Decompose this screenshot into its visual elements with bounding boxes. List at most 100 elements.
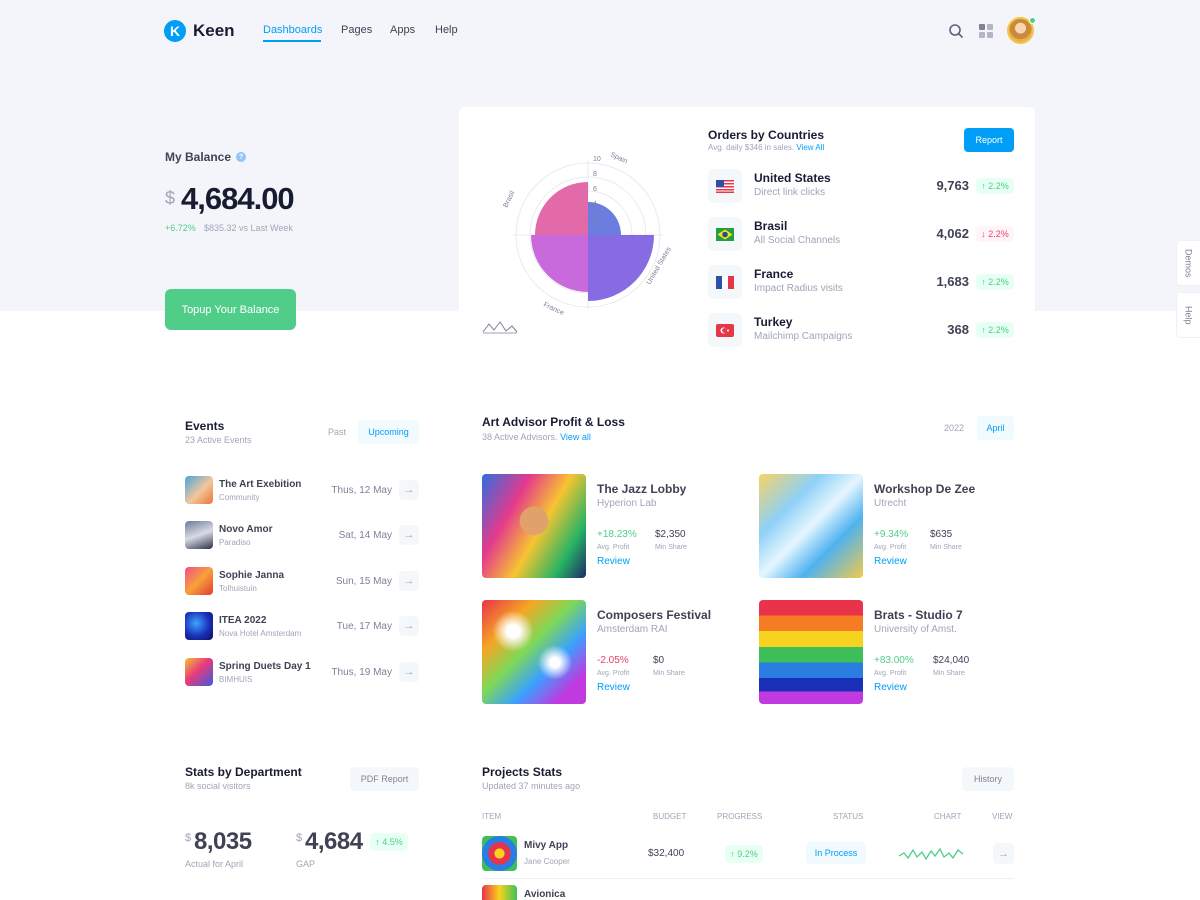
event-thumbnail xyxy=(185,567,213,595)
france-flag-icon xyxy=(708,265,742,299)
country-row-turkey[interactable]: Turkey Mailchimp Campaigns 368 ↑ 2.2% xyxy=(708,313,1014,349)
review-link[interactable]: Review xyxy=(597,682,630,693)
art-title[interactable]: The Jazz Lobby xyxy=(597,482,686,496)
tab-upcoming[interactable]: Upcoming xyxy=(358,420,419,444)
min-share-value: $2,350 xyxy=(655,529,686,540)
tab-year[interactable]: 2022 xyxy=(936,416,972,440)
event-date: Tue, 17 May xyxy=(336,621,392,632)
change-badge: ↓ 2.2% xyxy=(976,226,1014,242)
event-row[interactable]: Spring Duets Day 1 BIMHUIS Thus, 19 May … xyxy=(185,658,419,688)
arrow-right-icon[interactable]: → xyxy=(399,525,419,545)
event-place: Community xyxy=(219,493,260,502)
topup-balance-button[interactable]: Topup Your Balance xyxy=(165,289,296,330)
arrow-right-icon[interactable]: → xyxy=(399,571,419,591)
help-icon[interactable]: ? xyxy=(236,152,246,162)
event-thumbnail xyxy=(185,521,213,549)
polar-tick-8: 8 xyxy=(593,171,597,178)
balance-currency: $ xyxy=(165,188,176,208)
polar-slice-france xyxy=(531,235,588,292)
avg-profit-label: Avg. Profit xyxy=(597,544,630,551)
country-row-brasil[interactable]: Brasil All Social Channels 4,062 ↓ 2.2% xyxy=(708,217,1014,253)
help-side-tab[interactable]: Help xyxy=(1176,292,1200,338)
polar-tick-2: 2 xyxy=(593,216,597,223)
min-share-value: $0 xyxy=(653,655,665,666)
event-date: Sat, 14 May xyxy=(338,530,392,541)
nav-pages[interactable]: Pages xyxy=(341,24,372,36)
nav-help[interactable]: Help xyxy=(435,24,458,36)
avg-profit-label: Avg. Profit xyxy=(874,670,907,677)
arrow-right-icon[interactable]: → xyxy=(399,616,419,636)
events-title: Events xyxy=(185,419,225,433)
event-thumbnail xyxy=(185,612,213,640)
app-name[interactable]: Keen xyxy=(193,21,235,41)
apps-grid-icon[interactable] xyxy=(978,23,994,39)
min-share-label: Min Share xyxy=(655,544,687,551)
art-title[interactable]: Workshop De Zee xyxy=(874,482,975,496)
art-thumbnail[interactable] xyxy=(759,600,863,704)
stats-dept-subtitle: 8k social visitors xyxy=(185,781,251,791)
review-link[interactable]: Review xyxy=(874,556,907,567)
art-thumbnail[interactable] xyxy=(482,474,586,578)
event-thumbnail xyxy=(185,476,213,504)
project-status-badge: In Process xyxy=(806,842,866,864)
event-row[interactable]: Novo Amor Paradiso Sat, 14 May → xyxy=(185,521,419,551)
project-sparkline xyxy=(898,847,964,861)
event-row[interactable]: The Art Exebition Community Thus, 12 May… xyxy=(185,476,419,506)
nav-active-underline xyxy=(263,40,321,42)
col-item: ITEM xyxy=(482,812,502,821)
country-row-france[interactable]: France Impact Radius visits 1,683 ↑ 2.2% xyxy=(708,265,1014,301)
event-date: Sun, 15 May xyxy=(335,576,392,587)
nav-dashboards[interactable]: Dashboards xyxy=(263,24,322,36)
art-thumbnail[interactable] xyxy=(482,600,586,704)
review-link[interactable]: Review xyxy=(597,556,630,567)
nav-apps[interactable]: Apps xyxy=(390,24,415,36)
event-title: ITEA 2022 xyxy=(219,615,267,626)
arrow-right-icon[interactable]: → xyxy=(993,843,1014,864)
event-row[interactable]: Sophie Janna Tolhuistuin Sun, 15 May → xyxy=(185,567,419,597)
polar-tick-10: 10 xyxy=(593,156,601,163)
col-progress: PROGRESS xyxy=(717,812,763,821)
gap-change-badge: ↑ 4.5% xyxy=(370,833,408,851)
history-button[interactable]: History xyxy=(962,767,1014,791)
tab-past[interactable]: Past xyxy=(321,420,353,444)
arrow-right-icon[interactable]: → xyxy=(399,480,419,500)
art-view-all-link[interactable]: View all xyxy=(560,432,591,442)
country-name: Turkey xyxy=(754,315,793,329)
balance-change: +6.72% xyxy=(165,223,196,233)
art-subtitle: University of Amst. xyxy=(874,624,957,635)
avg-profit-value: -2.05% xyxy=(597,655,629,666)
orders-view-all-link[interactable]: View All xyxy=(796,143,824,152)
arrow-right-icon[interactable]: → xyxy=(399,662,419,682)
balance-vs-last-week: $835.32 vs Last Week xyxy=(204,223,293,233)
country-name: Brasil xyxy=(754,219,788,233)
tab-month[interactable]: April xyxy=(977,416,1014,440)
pdf-report-button[interactable]: PDF Report xyxy=(350,767,419,791)
actual-currency: $ xyxy=(185,832,192,844)
report-button[interactable]: Report xyxy=(964,128,1014,152)
polar-tick-6: 6 xyxy=(593,186,597,193)
event-date: Thus, 12 May xyxy=(331,485,392,496)
review-link[interactable]: Review xyxy=(874,682,907,693)
project-name[interactable]: Mivy App xyxy=(524,840,568,851)
mini-wave-icon xyxy=(482,321,518,334)
country-row-united-states[interactable]: United States Direct link clicks 9,763 ↑… xyxy=(708,169,1014,205)
art-thumbnail[interactable] xyxy=(759,474,863,578)
project-name[interactable]: Avionica xyxy=(524,889,565,900)
event-row[interactable]: ITEA 2022 Nova Hotel Amsterdam Tue, 17 M… xyxy=(185,612,419,642)
min-share-value: $24,040 xyxy=(933,655,970,666)
col-budget: BUDGET xyxy=(653,812,687,821)
art-title[interactable]: Composers Festival xyxy=(597,608,711,622)
logo-mark[interactable]: K xyxy=(164,20,186,42)
demos-side-tab[interactable]: Demos xyxy=(1176,240,1200,286)
project-thumbnail xyxy=(482,885,517,900)
country-channel: All Social Channels xyxy=(754,235,841,246)
avg-profit-label: Avg. Profit xyxy=(874,544,907,551)
projects-title: Projects Stats xyxy=(482,765,563,779)
search-icon[interactable] xyxy=(948,23,964,39)
art-title[interactable]: Brats - Studio 7 xyxy=(874,608,963,622)
turkey-flag-icon xyxy=(708,313,742,347)
col-status: STATUS xyxy=(833,812,864,821)
event-title: Sophie Janna xyxy=(219,570,285,581)
gap-label: GAP xyxy=(296,859,316,869)
avg-profit-label: Avg. Profit xyxy=(597,670,630,677)
